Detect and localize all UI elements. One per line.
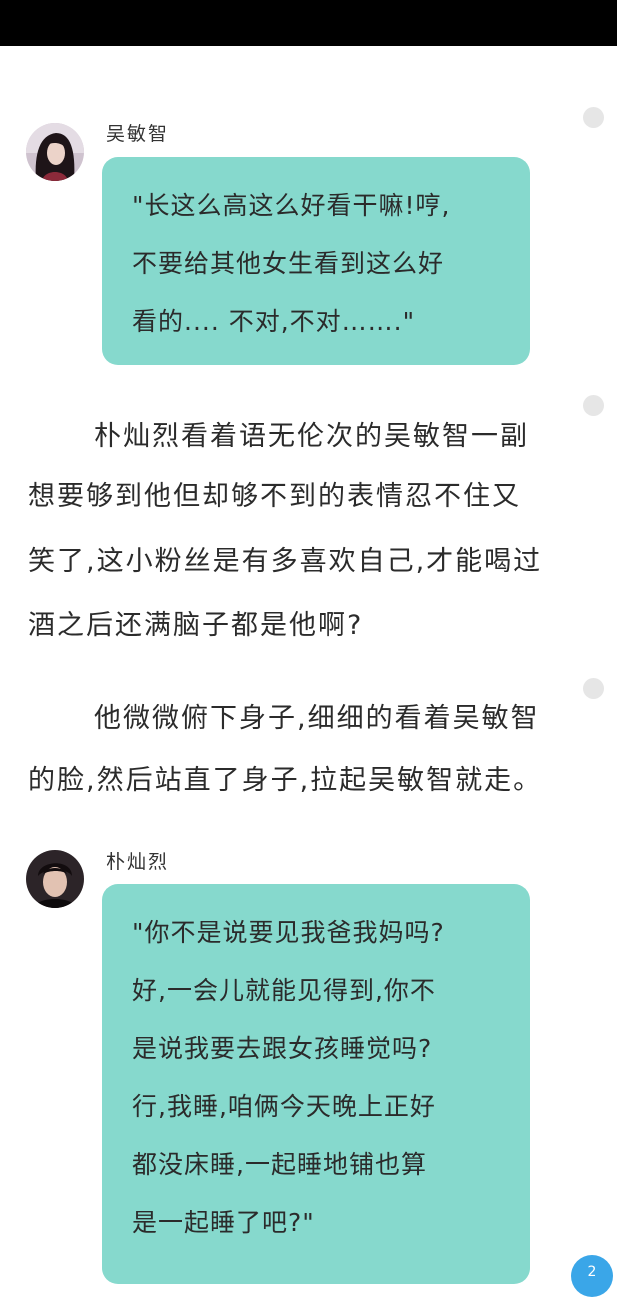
bubble-text-line: 不要给其他女生看到这么好 xyxy=(132,249,445,278)
bubble-text-line: 是说我要去跟女孩睡觉吗? xyxy=(132,1034,433,1063)
bubble-text-line: 行,我睡,咱俩今天晚上正好 xyxy=(132,1092,436,1121)
status-bar xyxy=(0,0,617,46)
paragraph-line: 他微微俯下身子,细细的看着吴敏智 xyxy=(94,703,540,734)
bubble-text-line: "你不是说要见我爸我妈吗? xyxy=(132,918,445,947)
paragraph-line: 朴灿烈看着语无伦次的吴敏智一副 xyxy=(94,421,529,452)
message-bubble: "你不是说要见我爸我妈吗? 好,一会儿就能见得到,你不 是说我要去跟女孩睡觉吗?… xyxy=(102,884,530,1284)
bubble-text-line: 看的.... 不对,不对……." xyxy=(132,307,416,336)
bubble-text-line: "长这么高这么好看干嘛!哼, xyxy=(132,191,451,220)
paragraph-line: 想要够到他但却够不到的表情忍不住又 xyxy=(28,481,521,512)
message-bubble: "长这么高这么好看干嘛!哼, 不要给其他女生看到这么好 看的.... 不对,不对… xyxy=(102,157,530,365)
paragraph-line: 笑了,这小粉丝是有多喜欢自己,才能喝过 xyxy=(28,546,543,577)
paragraph-comment-button[interactable] xyxy=(583,107,604,128)
avatar-park-chanyeol[interactable] xyxy=(26,850,84,908)
page-number-badge[interactable]: 2 xyxy=(571,1255,613,1297)
paragraph-comment-button[interactable] xyxy=(583,395,604,416)
bubble-text-line: 是一起睡了吧?" xyxy=(132,1208,315,1237)
paragraph-line: 酒之后还满脑子都是他啊? xyxy=(28,610,364,641)
avatar-wu-minzhi[interactable] xyxy=(26,123,84,181)
paragraph-line: 的脸,然后站直了身子,拉起吴敏智就走。 xyxy=(28,765,543,796)
bubble-text-line: 都没床睡,一起睡地铺也算 xyxy=(132,1150,427,1179)
bubble-text-line: 好,一会儿就能见得到,你不 xyxy=(132,976,436,1005)
speaker-name: 朴灿烈 xyxy=(106,851,170,873)
paragraph-comment-button[interactable] xyxy=(583,678,604,699)
speaker-name: 吴敏智 xyxy=(106,123,170,145)
